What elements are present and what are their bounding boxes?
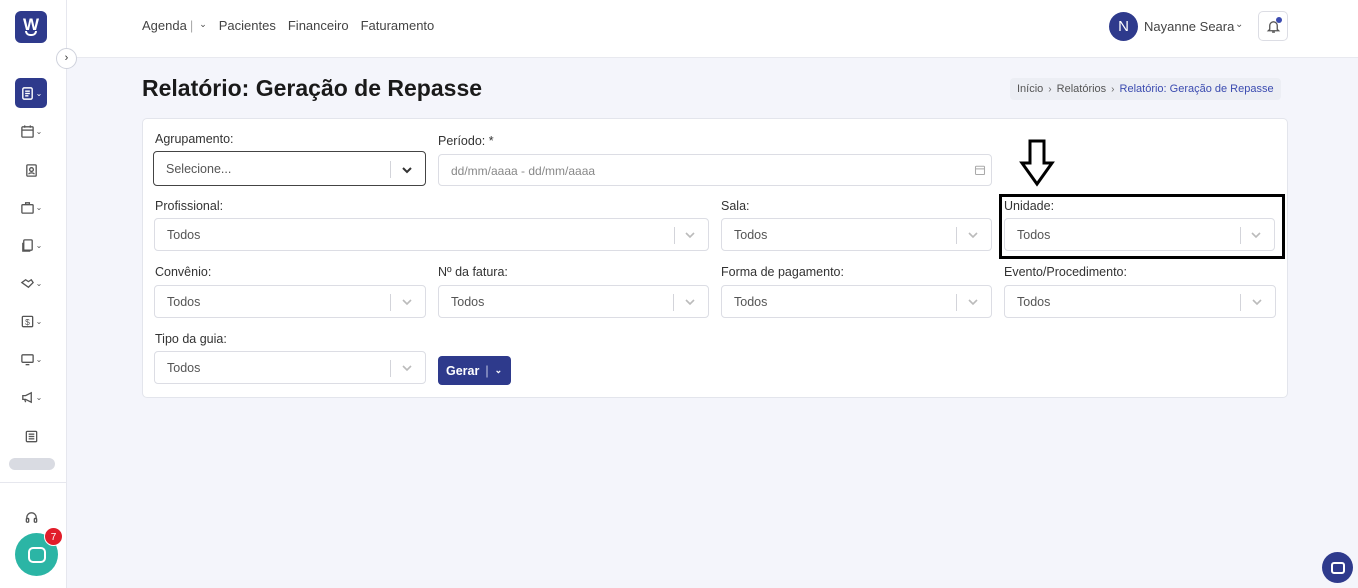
select-divider — [956, 294, 957, 311]
message-icon — [1330, 561, 1345, 574]
periodo-label: Período: * — [438, 134, 494, 148]
notification-dot — [1276, 17, 1282, 23]
nav-separator: | — [189, 18, 194, 33]
notifications-button[interactable] — [1258, 11, 1288, 41]
profissional-label: Profissional: — [155, 199, 224, 213]
evento-label: Evento/Procedimento: — [1004, 265, 1127, 279]
fatura-label: Nº da fatura: — [438, 265, 508, 279]
sidebar: W ⌄ ⌄ ⌄ ⌄ ⌄ $ ⌄ ⌄ ⌄ 7 — [0, 0, 67, 588]
contact-icon[interactable] — [15, 155, 47, 185]
breadcrumb-relatorios[interactable]: Relatórios — [1057, 83, 1107, 95]
megaphone-icon[interactable]: ⌄ — [15, 382, 47, 412]
fatura-value: Todos — [451, 295, 485, 309]
agrupamento-label: Agrupamento: — [155, 132, 234, 146]
select-divider — [1240, 294, 1241, 311]
chevron-right-icon: › — [1111, 83, 1115, 95]
chevron-down-icon — [685, 299, 695, 306]
button-separator: | — [485, 363, 489, 378]
calendar-icon — [974, 165, 986, 176]
pagamento-value: Todos — [734, 295, 768, 309]
profissional-select[interactable]: Todos — [154, 218, 709, 251]
breadcrumb: Início › Relatórios › Relatório: Geração… — [1010, 78, 1281, 100]
logo-smile — [25, 31, 37, 36]
headset-icon[interactable] — [15, 502, 47, 532]
chat-icon — [27, 546, 46, 563]
nav-faturamento[interactable]: Faturamento — [361, 18, 435, 33]
svg-text:$: $ — [25, 316, 30, 326]
newspaper-icon[interactable] — [15, 421, 47, 451]
tipo-guia-select[interactable]: Todos — [154, 351, 426, 384]
breadcrumb-inicio[interactable]: Início — [1017, 83, 1043, 95]
sidebar-divider — [0, 482, 66, 483]
chevron-down-icon — [402, 299, 412, 306]
top-nav: Agenda | ⌄ Pacientes Financeiro Faturame… — [142, 18, 434, 33]
agrupamento-select[interactable]: Selecione... — [153, 151, 426, 186]
periodo-placeholder: dd/mm/aaaa - dd/mm/aaaa — [451, 164, 596, 178]
chat-badge: 7 — [44, 527, 63, 546]
select-divider — [390, 294, 391, 311]
breadcrumb-current: Relatório: Geração de Repasse — [1119, 83, 1274, 95]
convenio-value: Todos — [167, 295, 201, 309]
select-divider — [673, 294, 674, 311]
select-divider — [390, 161, 391, 178]
select-divider — [390, 360, 391, 377]
select-divider — [956, 227, 957, 244]
monitor-icon[interactable]: ⌄ — [15, 344, 47, 374]
sala-label: Sala: — [721, 199, 750, 213]
periodo-input[interactable]: dd/mm/aaaa - dd/mm/aaaa — [438, 154, 992, 186]
top-bar: Agenda | ⌄ Pacientes Financeiro Faturame… — [67, 0, 1358, 58]
avatar[interactable]: N — [1109, 12, 1138, 41]
app-logo[interactable]: W — [15, 11, 47, 43]
pagamento-label: Forma de pagamento: — [721, 265, 844, 279]
sidebar-toggle-button[interactable]: › — [56, 48, 77, 69]
evento-value: Todos — [1017, 295, 1051, 309]
chevron-down-icon[interactable]: ⌄ — [199, 19, 207, 33]
chevron-down-icon — [685, 232, 695, 239]
chevron-down-icon[interactable]: ⌄ — [1235, 19, 1243, 30]
chevron-down-icon — [968, 299, 978, 306]
agrupamento-value: Selecione... — [166, 162, 232, 176]
files-icon[interactable]: ⌄ — [15, 230, 47, 260]
nav-agenda[interactable]: Agenda — [142, 18, 187, 33]
nav-financeiro[interactable]: Financeiro — [288, 18, 349, 33]
gerar-label: Gerar — [446, 363, 480, 378]
chevron-down-icon — [968, 232, 978, 239]
page-title: Relatório: Geração de Repasse — [142, 75, 483, 101]
nav-pacientes[interactable]: Pacientes — [219, 18, 276, 33]
fatura-select[interactable]: Todos — [438, 285, 709, 318]
pagamento-select[interactable]: Todos — [721, 285, 992, 318]
sala-select[interactable]: Todos — [721, 218, 992, 251]
chevron-down-icon[interactable]: ⌄ — [495, 365, 503, 376]
chevron-down-icon — [1252, 299, 1262, 306]
sala-value: Todos — [734, 228, 768, 242]
profissional-value: Todos — [167, 228, 201, 242]
chevron-right-icon: › — [1048, 83, 1052, 95]
evento-select[interactable]: Todos — [1004, 285, 1276, 318]
report-icon[interactable]: ⌄ — [15, 78, 47, 108]
select-divider — [674, 227, 675, 244]
handshake-icon[interactable]: ⌄ — [15, 268, 47, 298]
tipo-guia-label: Tipo da guia: — [155, 332, 227, 346]
tipo-guia-value: Todos — [167, 361, 201, 375]
chevron-down-icon — [402, 365, 412, 372]
calendar-icon[interactable]: ⌄ — [15, 116, 47, 146]
highlight-box-annotation — [999, 194, 1285, 259]
convenio-label: Convênio: — [155, 265, 212, 279]
floating-chat-button[interactable] — [1322, 552, 1353, 583]
briefcase-icon[interactable]: ⌄ — [15, 192, 47, 222]
down-arrow-annotation-icon — [1019, 139, 1055, 187]
convenio-select[interactable]: Todos — [154, 285, 426, 318]
sidebar-scrollbar[interactable] — [9, 458, 55, 470]
chevron-down-icon — [402, 167, 412, 174]
user-name[interactable]: Nayanne Seara — [1144, 19, 1234, 34]
dollar-icon[interactable]: $ ⌄ — [15, 306, 47, 336]
gerar-button[interactable]: Gerar | ⌄ — [438, 356, 511, 385]
